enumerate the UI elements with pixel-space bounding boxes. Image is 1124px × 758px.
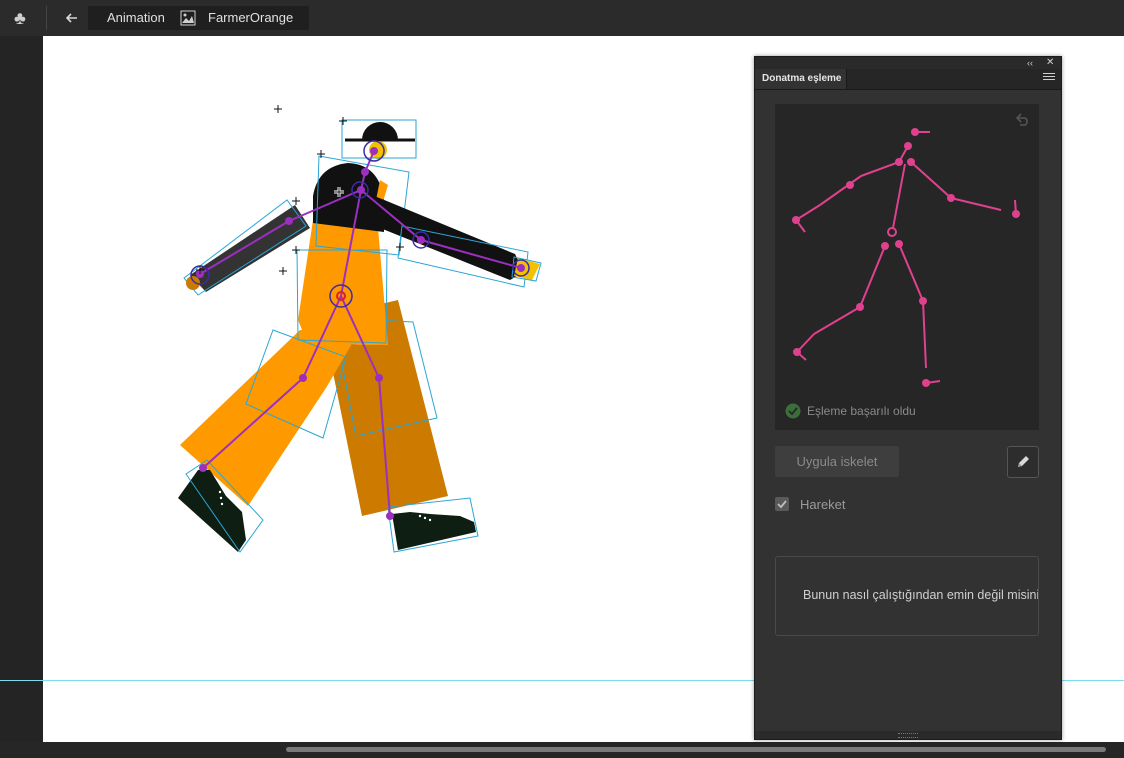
panel-tabs: Donatma eşleme — [755, 69, 1061, 90]
edit-mapping-button[interactable] — [1007, 446, 1039, 478]
pencil-icon — [1018, 456, 1029, 467]
panel-titlebar: ‹‹ ✕ — [755, 57, 1061, 69]
rig-map-skeleton[interactable] — [775, 104, 1039, 404]
panel-footer — [755, 731, 1061, 739]
rig-mapping-panel: ‹‹ ✕ Donatma eşleme Eşleme başarılı oldu… — [754, 56, 1062, 740]
help-link[interactable]: Bunun nasıl çalıştığından emin değil mis… — [803, 588, 1038, 602]
help-box: Bunun nasıl çalıştığından emin değil mis… — [775, 556, 1039, 636]
horizontal-scrollbar[interactable] — [286, 747, 1106, 752]
status-text: Eşleme başarılı oldu — [807, 404, 916, 418]
checkmark-icon — [777, 500, 787, 509]
head[interactable] — [341, 119, 417, 159]
check-circle-icon — [785, 403, 801, 419]
close-icon[interactable]: ✕ — [1046, 57, 1054, 69]
tab-rig-mapping[interactable]: Donatma eşleme — [755, 69, 847, 89]
motion-label: Hareket — [800, 497, 846, 512]
right-arm[interactable] — [355, 190, 542, 288]
rig-map-preview[interactable]: Eşleme başarılı oldu — [775, 104, 1039, 430]
motion-checkbox[interactable] — [775, 497, 789, 511]
hamburger-menu-icon[interactable] — [1043, 73, 1055, 85]
left-arm[interactable] — [183, 199, 310, 296]
resize-grip-icon[interactable] — [898, 733, 918, 738]
apply-rig-button[interactable]: Uygula iskelet — [775, 446, 899, 477]
double-chevron-left-icon[interactable]: ‹‹ — [1027, 57, 1033, 69]
